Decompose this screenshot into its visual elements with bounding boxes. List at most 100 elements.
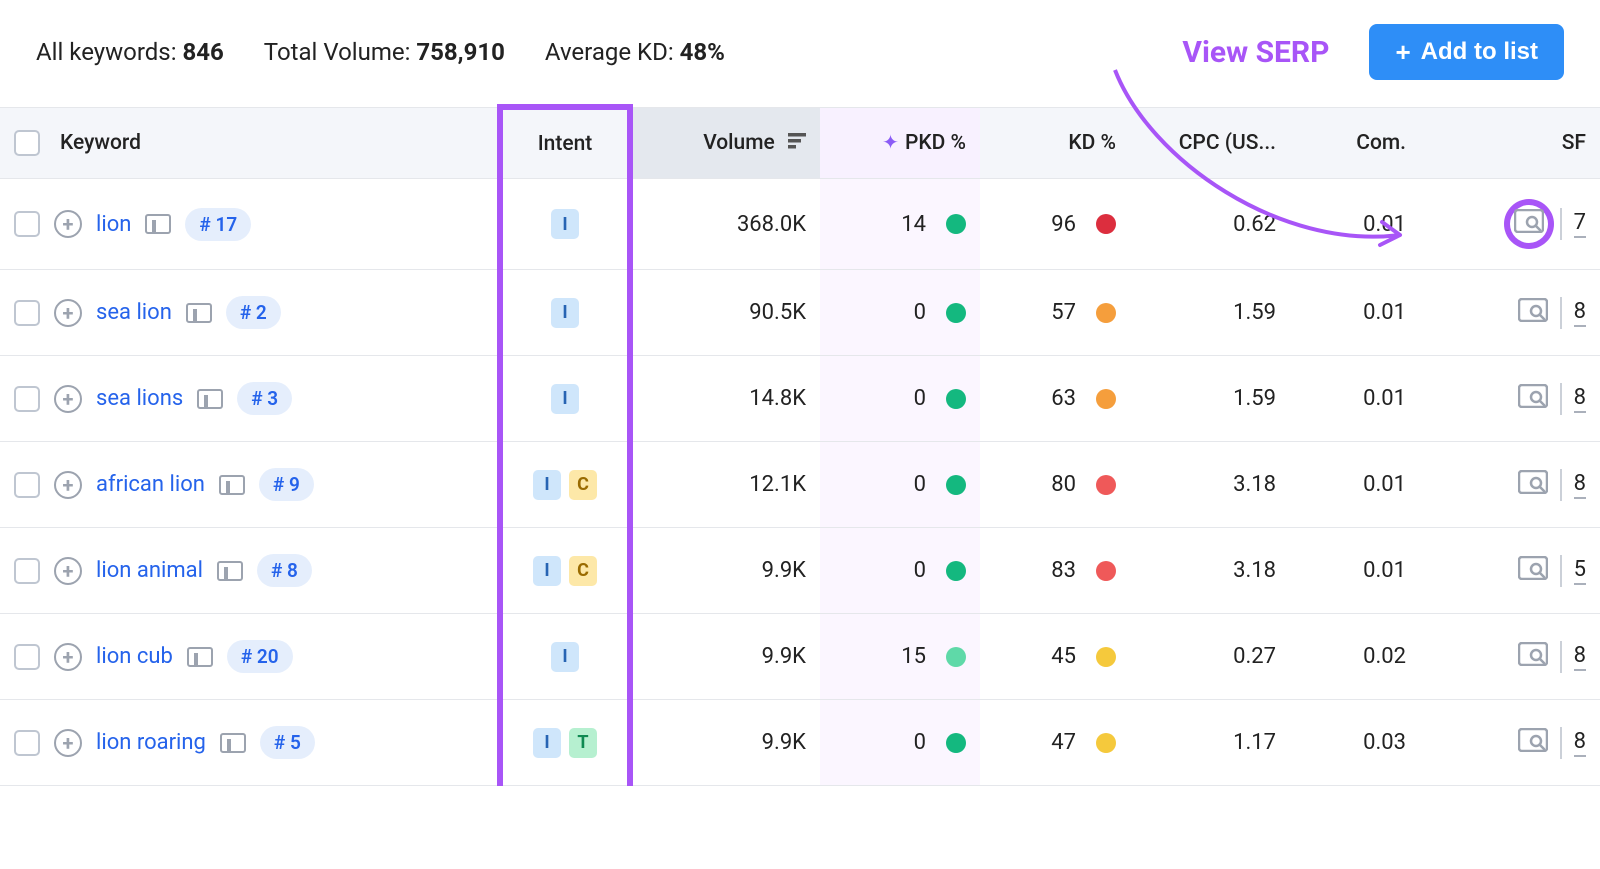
position-badge: # 17 bbox=[185, 208, 251, 241]
serp-features-icon[interactable] bbox=[217, 561, 243, 581]
serp-features-icon[interactable] bbox=[145, 214, 171, 234]
col-com[interactable]: Com. bbox=[1290, 107, 1420, 179]
avg-kd-label: Average KD: bbox=[545, 38, 674, 66]
col-sf[interactable]: SF bbox=[1420, 107, 1600, 179]
table-row: +lion roaring# 5IT9.9K0471.170.038 bbox=[0, 700, 1600, 786]
row-checkbox[interactable] bbox=[14, 558, 40, 584]
kd-dot bbox=[1096, 475, 1116, 495]
intent-cell: I bbox=[517, 384, 613, 414]
keyword-link[interactable]: lion bbox=[96, 212, 131, 237]
expand-icon[interactable]: + bbox=[54, 557, 82, 585]
position-badge: # 8 bbox=[257, 554, 312, 587]
serp-features-icon[interactable] bbox=[187, 647, 213, 667]
expand-icon[interactable]: + bbox=[54, 385, 82, 413]
cpc-cell: 1.17 bbox=[1130, 700, 1290, 786]
intent-badge-t: T bbox=[569, 728, 597, 758]
col-volume[interactable]: Volume bbox=[630, 107, 820, 179]
view-serp-callout: View SERP bbox=[1182, 35, 1329, 70]
keyword-link[interactable]: lion cub bbox=[96, 644, 173, 669]
keyword-link[interactable]: sea lions bbox=[96, 386, 183, 411]
pkd-dot bbox=[946, 214, 966, 234]
row-checkbox[interactable] bbox=[14, 644, 40, 670]
pkd-cell: 0 bbox=[820, 270, 980, 356]
cpc-cell: 1.59 bbox=[1130, 356, 1290, 442]
table-header-row: Keyword Intent Volume ✦PKD % KD % CPC (U… bbox=[0, 107, 1600, 179]
view-serp-icon[interactable] bbox=[1518, 556, 1548, 586]
table-row: +lion cub# 20I9.9K15450.270.028 bbox=[0, 614, 1600, 700]
sf-count: 8 bbox=[1574, 385, 1586, 413]
intent-cell: I bbox=[517, 642, 613, 672]
keyword-link[interactable]: sea lion bbox=[96, 300, 172, 325]
col-kd[interactable]: KD % bbox=[980, 107, 1130, 179]
expand-icon[interactable]: + bbox=[54, 729, 82, 757]
row-checkbox[interactable] bbox=[14, 386, 40, 412]
position-badge: # 3 bbox=[237, 382, 292, 415]
col-keyword[interactable]: Keyword bbox=[0, 107, 500, 179]
col-pkd[interactable]: ✦PKD % bbox=[820, 107, 980, 179]
expand-icon[interactable]: + bbox=[54, 210, 82, 238]
com-cell: 0.01 bbox=[1290, 442, 1420, 528]
all-keywords-label: All keywords: bbox=[36, 38, 177, 66]
view-serp-icon[interactable] bbox=[1518, 470, 1548, 500]
sort-desc-icon bbox=[788, 131, 806, 155]
row-checkbox[interactable] bbox=[14, 730, 40, 756]
kd-cell: 63 bbox=[980, 356, 1130, 442]
sf-cell: 8 bbox=[1434, 297, 1586, 329]
volume-cell: 9.9K bbox=[630, 700, 820, 786]
intent-badge-i: I bbox=[551, 642, 579, 672]
pkd-dot bbox=[946, 733, 966, 753]
add-to-list-label: Add to list bbox=[1421, 38, 1538, 66]
expand-icon[interactable]: + bbox=[54, 643, 82, 671]
sparkle-icon: ✦ bbox=[882, 130, 899, 154]
row-checkbox[interactable] bbox=[14, 300, 40, 326]
pkd-dot bbox=[946, 389, 966, 409]
intent-badge-i: I bbox=[551, 384, 579, 414]
view-serp-icon[interactable] bbox=[1518, 298, 1548, 328]
sf-cell: 7 bbox=[1434, 205, 1586, 243]
intent-badge-c: C bbox=[569, 556, 597, 586]
intent-badge-i: I bbox=[533, 556, 561, 586]
view-serp-icon[interactable] bbox=[1518, 384, 1548, 414]
kd-dot bbox=[1096, 647, 1116, 667]
col-cpc[interactable]: CPC (US... bbox=[1130, 107, 1290, 179]
kd-dot bbox=[1096, 561, 1116, 581]
sf-count: 8 bbox=[1574, 729, 1586, 757]
position-badge: # 2 bbox=[226, 296, 281, 329]
kd-dot bbox=[1096, 389, 1116, 409]
total-volume-label: Total Volume: bbox=[264, 38, 411, 66]
cpc-cell: 3.18 bbox=[1130, 442, 1290, 528]
sf-count: 8 bbox=[1574, 471, 1586, 499]
pkd-dot bbox=[946, 647, 966, 667]
table-row: +sea lions# 3I14.8K0631.590.018 bbox=[0, 356, 1600, 442]
volume-cell: 9.9K bbox=[630, 614, 820, 700]
serp-features-icon[interactable] bbox=[186, 303, 212, 323]
col-intent[interactable]: Intent bbox=[500, 107, 630, 179]
pkd-dot bbox=[946, 303, 966, 323]
view-serp-icon[interactable] bbox=[1518, 642, 1548, 672]
expand-icon[interactable]: + bbox=[54, 299, 82, 327]
volume-cell: 90.5K bbox=[630, 270, 820, 356]
volume-cell: 12.1K bbox=[630, 442, 820, 528]
keyword-link[interactable]: lion roaring bbox=[96, 730, 206, 755]
avg-kd-metric: Average KD: 48% bbox=[545, 38, 725, 66]
com-cell: 0.03 bbox=[1290, 700, 1420, 786]
com-cell: 0.01 bbox=[1290, 179, 1420, 270]
intent-cell: IT bbox=[517, 728, 613, 758]
serp-features-icon[interactable] bbox=[219, 475, 245, 495]
row-checkbox[interactable] bbox=[14, 472, 40, 498]
col-keyword-label: Keyword bbox=[60, 131, 141, 155]
row-checkbox[interactable] bbox=[14, 211, 40, 237]
view-serp-icon[interactable] bbox=[1510, 205, 1548, 243]
add-to-list-button[interactable]: + Add to list bbox=[1369, 24, 1564, 80]
view-serp-icon[interactable] bbox=[1518, 728, 1548, 758]
expand-icon[interactable]: + bbox=[54, 471, 82, 499]
keyword-link[interactable]: lion animal bbox=[96, 558, 203, 583]
pkd-dot bbox=[946, 475, 966, 495]
pkd-cell: 0 bbox=[820, 356, 980, 442]
keyword-link[interactable]: african lion bbox=[96, 472, 205, 497]
serp-features-icon[interactable] bbox=[197, 389, 223, 409]
select-all-checkbox[interactable] bbox=[14, 130, 40, 156]
serp-features-icon[interactable] bbox=[220, 733, 246, 753]
kd-dot bbox=[1096, 303, 1116, 323]
com-cell: 0.01 bbox=[1290, 528, 1420, 614]
